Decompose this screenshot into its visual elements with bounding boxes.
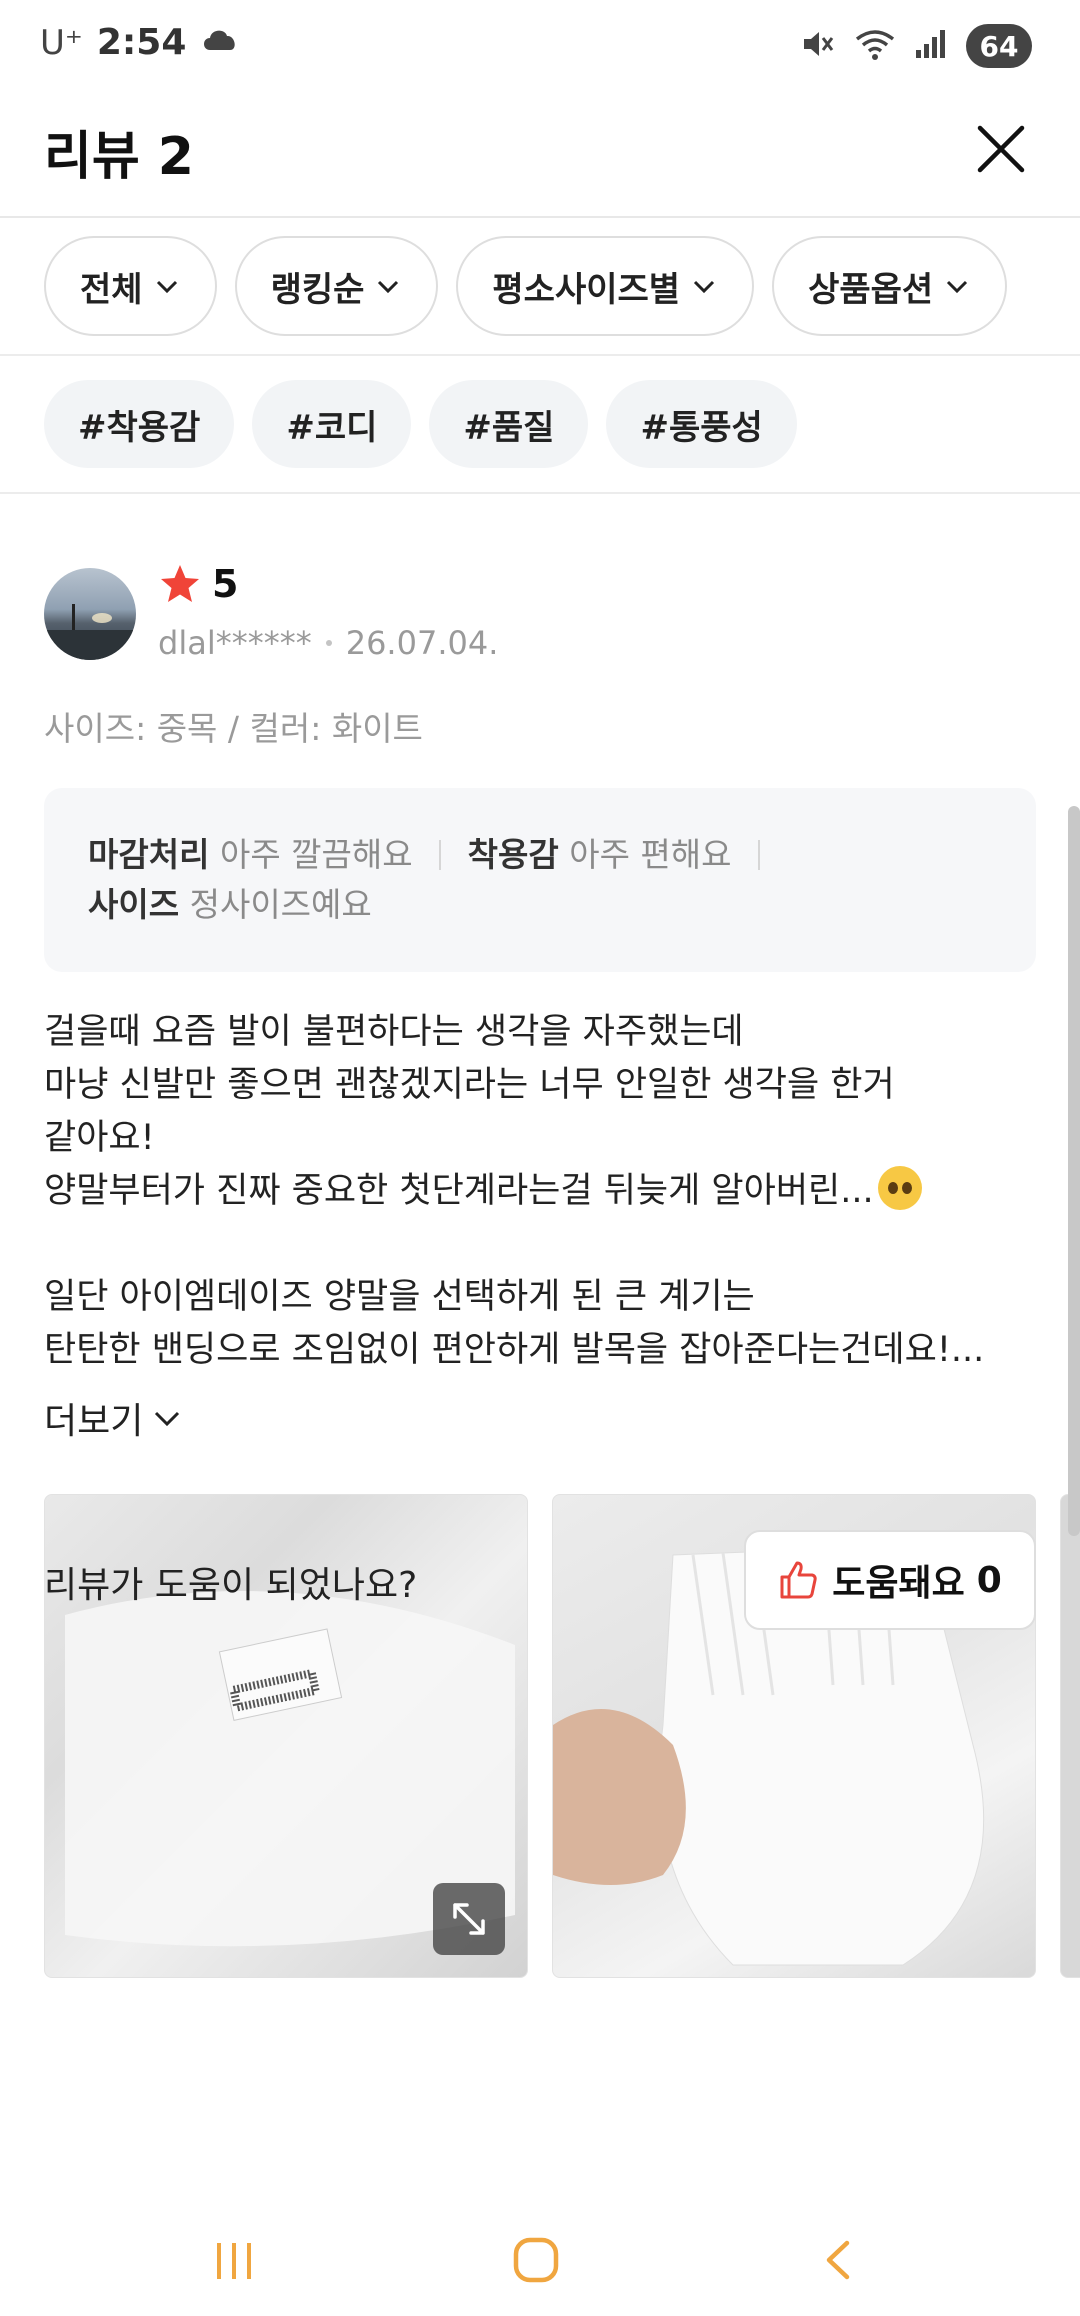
summary-value: 아주 깔끔해요 xyxy=(219,835,413,874)
review-line: 마냥 신발만 좋으면 괜찮겠지라는 너무 안일한 생각을 한거 xyxy=(44,1065,895,1105)
helpful-button[interactable]: 도움돼요 0 xyxy=(744,1530,1036,1630)
cloud-icon xyxy=(200,22,240,63)
review-text: 걸을때 요즘 발이 불편하다는 생각을 자주했는데 마냥 신발만 좋으면 괜찮겠… xyxy=(44,1006,1044,1377)
summary-key: 마감처리 xyxy=(88,835,210,874)
review-meta: dlal****** 26.07.04. xyxy=(158,624,498,662)
close-icon[interactable] xyxy=(970,118,1032,180)
purchase-option: 사이즈: 중목 / 컬러: 화이트 xyxy=(44,709,423,748)
recent-apps-icon[interactable] xyxy=(194,2220,274,2300)
review-line: 걸을때 요즘 발이 불편하다는 생각을 자주했는데 xyxy=(44,1012,744,1052)
separator-dot xyxy=(325,640,332,646)
signal-icon xyxy=(914,28,948,64)
header: 리뷰 2 xyxy=(0,96,1080,218)
battery-indicator: 64 xyxy=(966,24,1032,68)
summary-value: 정사이즈예요 xyxy=(189,885,372,924)
hashtag-chip[interactable]: #통풍성 xyxy=(606,380,797,468)
expand-icon[interactable] xyxy=(433,1883,505,1955)
chevron-down-icon xyxy=(947,280,968,294)
divider xyxy=(439,840,442,870)
carrier-label: U⁺ xyxy=(40,22,83,63)
reviewer-name: dlal****** xyxy=(158,624,312,662)
divider xyxy=(758,840,760,870)
filter-bar: 전체 랭킹순 평소사이즈별 상품옵션 xyxy=(0,218,1080,356)
filter-all-button[interactable]: 전체 xyxy=(44,236,217,336)
filter-label: 전체 xyxy=(80,269,143,310)
more-button[interactable]: 더보기 xyxy=(44,1392,183,1444)
chevron-down-icon xyxy=(694,280,715,294)
helpful-question: 리뷰가 도움이 되었나요? xyxy=(44,1565,418,1606)
scrollbar[interactable] xyxy=(1068,806,1080,1536)
hashtag-bar: #착용감 #코디 #품질 #통풍성 xyxy=(0,356,1080,494)
back-icon[interactable] xyxy=(800,2220,880,2300)
helpful-count: 0 xyxy=(976,1559,1002,1601)
summary-key: 사이즈 xyxy=(88,885,180,924)
filter-size-button[interactable]: 평소사이즈별 xyxy=(456,236,755,336)
summary-key: 착용감 xyxy=(467,835,559,874)
star-icon xyxy=(161,565,199,602)
wifi-icon xyxy=(854,27,896,65)
status-bar: U⁺ 2:54 64 xyxy=(0,0,1080,96)
more-label: 더보기 xyxy=(44,1401,144,1442)
evaluation-summary: 마감처리 아주 깔끔해요 착용감 아주 편해요 사이즈 정사이즈예요 xyxy=(44,788,1036,972)
filter-sort-button[interactable]: 랭킹순 xyxy=(234,236,439,336)
filter-label: 상품옵션 xyxy=(808,269,934,310)
filter-label: 평소사이즈별 xyxy=(492,269,681,310)
chevron-down-icon xyxy=(378,280,399,294)
review-line: 양말부터가 진짜 중요한 첫단계라는걸 뒤늦게 알아버린... xyxy=(44,1171,874,1211)
rating-value: 5 xyxy=(212,562,239,606)
home-icon[interactable] xyxy=(496,2220,576,2300)
helpful-label: 도움돼요 xyxy=(832,1563,965,1604)
hashtag-chip[interactable]: #코디 xyxy=(252,380,412,468)
filter-label: 랭킹순 xyxy=(270,269,365,310)
review-photo[interactable] xyxy=(1060,1494,1080,1978)
page-title: 리뷰 2 xyxy=(44,127,194,187)
hashtag-chip[interactable]: #품질 xyxy=(429,380,589,468)
pleading-face-emoji xyxy=(877,1166,922,1210)
summary-value: 아주 편해요 xyxy=(569,835,732,874)
hashtag-chip[interactable]: #착용감 xyxy=(44,380,235,468)
chevron-down-icon xyxy=(156,280,177,294)
filter-option-button[interactable]: 상품옵션 xyxy=(772,236,1008,336)
thumbs-up-icon xyxy=(780,1561,817,1599)
review-line: 일단 아이엠데이즈 양말을 선택하게 된 큰 계기는 xyxy=(44,1277,755,1317)
mute-icon xyxy=(800,26,836,66)
chevron-down-icon xyxy=(155,1411,180,1427)
avatar[interactable] xyxy=(44,568,136,660)
rating: 5 xyxy=(158,562,238,606)
review-line: 탄탄한 밴딩으로 조임없이 편안하게 발목을 잡아준다는건데요!... xyxy=(44,1330,985,1370)
system-nav-bar xyxy=(0,2180,1080,2316)
review-line-with-emoji: 양말부터가 진짜 중요한 첫단계라는걸 뒤늦게 알아버린... xyxy=(44,1165,1044,1218)
clock: 2:54 xyxy=(96,22,187,63)
review-line: 같아요! xyxy=(44,1118,155,1158)
review-date: 26.07.04. xyxy=(345,624,499,662)
